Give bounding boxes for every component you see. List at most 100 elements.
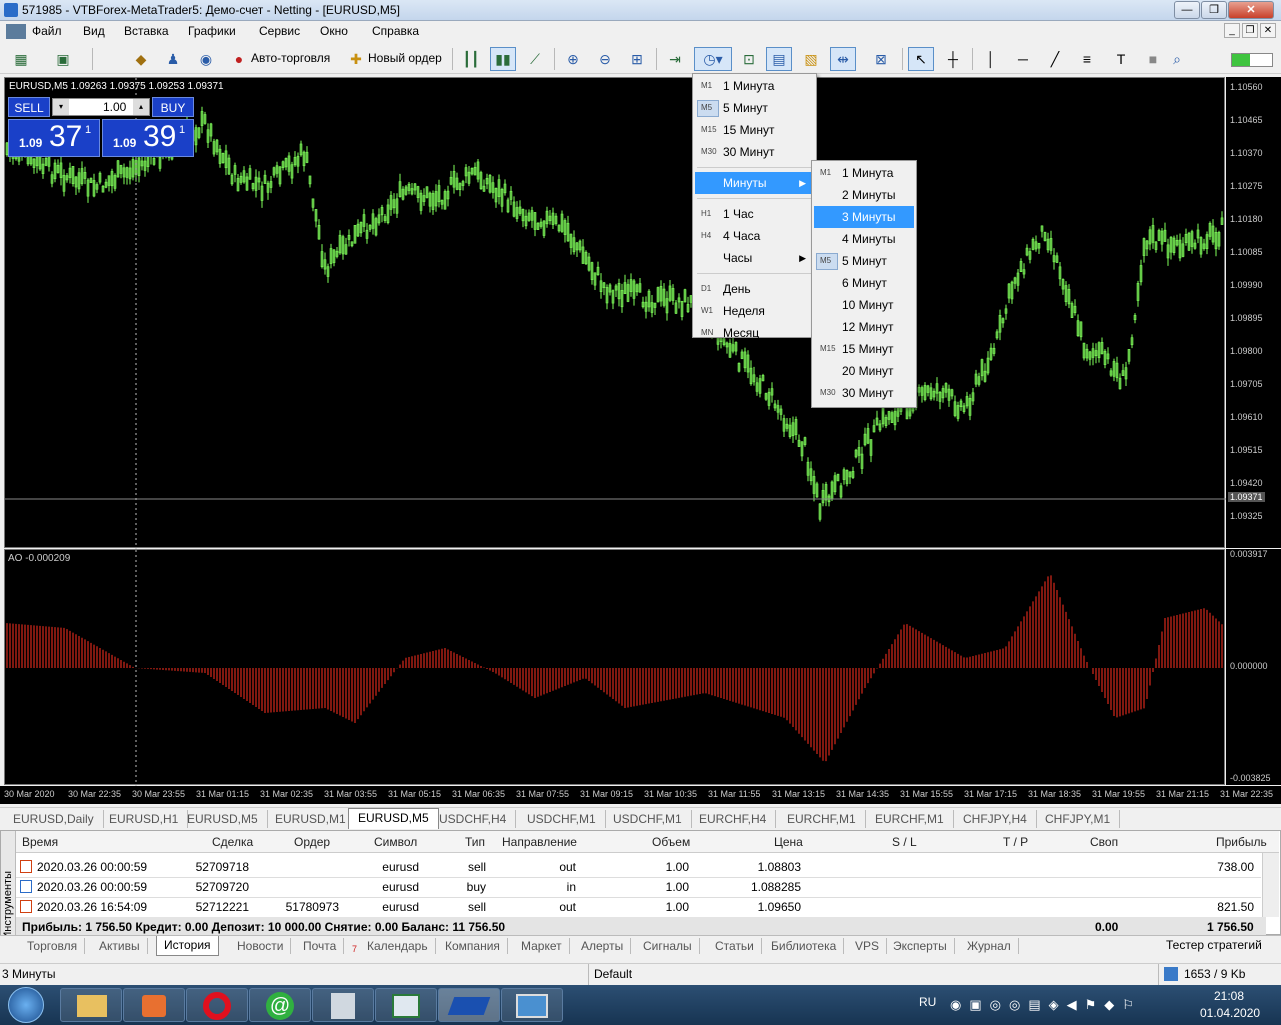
vertical-line-icon[interactable]: │: [978, 47, 1004, 71]
toolbox-tab[interactable]: Маркет: [514, 938, 570, 954]
toolbox-tab[interactable]: Эксперты: [886, 938, 955, 954]
close-button[interactable]: ✕: [1228, 1, 1274, 19]
menu-item[interactable]: 12 Минут: [814, 316, 914, 338]
chart-tab[interactable]: EURCHF,M1: [778, 810, 866, 828]
sell-price-box[interactable]: 1.09 37 1: [8, 119, 100, 157]
col-tp[interactable]: T / P: [1003, 835, 1028, 849]
buy-price-box[interactable]: 1.09 39 1: [102, 119, 194, 157]
col-price[interactable]: Цена: [774, 835, 803, 849]
toolbox-tab[interactable]: История: [156, 936, 219, 956]
menu-item[interactable]: Минуты ▶: [695, 172, 814, 194]
menu-item[interactable]: M1 1 Минута: [695, 75, 814, 97]
chart-tab[interactable]: EURUSD,M1: [266, 810, 356, 828]
volume-down-button[interactable]: ▾: [53, 99, 69, 115]
autotrading-button[interactable]: Авто-торговля: [251, 51, 330, 65]
col-deal[interactable]: Сделка: [212, 835, 253, 849]
chart-tab[interactable]: USDCHF,M1: [604, 810, 692, 828]
menu-item[interactable]: M30 30 Минут: [814, 382, 914, 404]
chart-tab[interactable]: CHFJPY,M1: [1036, 810, 1121, 828]
toolbox-tab[interactable]: Статьи: [708, 938, 762, 954]
menu-item[interactable]: M15 15 Минут: [814, 338, 914, 360]
toolbox-tab[interactable]: Сигналы: [636, 938, 700, 954]
chart-tab[interactable]: USDCHF,M1: [518, 810, 606, 828]
signals-icon[interactable]: ◉: [193, 47, 219, 71]
col-swap[interactable]: Своп: [1090, 835, 1118, 849]
menu-item[interactable]: 20 Минут: [814, 360, 914, 382]
menu-item[interactable]: 10 Минут: [814, 294, 914, 316]
buy-button[interactable]: BUY: [152, 97, 194, 117]
opera-taskbar-icon[interactable]: [186, 988, 248, 1022]
menu-insert[interactable]: Вставка: [124, 24, 169, 38]
col-volume[interactable]: Объем: [652, 835, 690, 849]
menu-item[interactable]: M5 5 Минут: [695, 97, 814, 119]
calculator-taskbar-icon[interactable]: [312, 988, 374, 1022]
col-time[interactable]: Время: [22, 835, 58, 849]
menu-charts[interactable]: Графики: [188, 24, 236, 38]
clock-date[interactable]: 01.04.2020: [1200, 1006, 1260, 1020]
language-indicator[interactable]: RU: [919, 995, 936, 1009]
volume-input[interactable]: ▾ 1.00 ▴: [52, 98, 150, 116]
menu-item[interactable]: H1 1 Час: [695, 203, 814, 225]
chart-tab[interactable]: EURUSD,M5: [178, 810, 268, 828]
chart-tab[interactable]: EURCHF,H4: [690, 810, 777, 828]
chart-tab[interactable]: USDCHF,H4: [430, 810, 517, 828]
chart-tab[interactable]: CHFJPY,H4: [954, 810, 1037, 828]
menu-help[interactable]: Справка: [372, 24, 419, 38]
chart-tab[interactable]: EURUSD,H1: [100, 810, 189, 828]
toolbox-tab[interactable]: Компания: [438, 938, 508, 954]
metatrader-taskbar-icon[interactable]: [438, 988, 500, 1022]
profiles-icon[interactable]: ▣: [50, 47, 76, 71]
templates-icon[interactable]: ▤: [766, 47, 792, 71]
col-order[interactable]: Ордер: [294, 835, 330, 849]
mdi-minimize-button[interactable]: _: [1224, 23, 1240, 38]
menu-item[interactable]: D1 День: [695, 278, 814, 300]
new-chart-icon[interactable]: ▦: [8, 47, 34, 71]
horizontal-line-icon[interactable]: ─: [1010, 47, 1036, 71]
app-taskbar-icon[interactable]: [375, 988, 437, 1022]
toolbox-tab[interactable]: Журнал: [960, 938, 1019, 954]
toolbox-tab[interactable]: Новости: [230, 938, 292, 954]
menu-tools[interactable]: Сервис: [259, 24, 300, 38]
cursor-icon[interactable]: ↖: [908, 47, 934, 71]
search-icon[interactable]: ⌕: [1164, 47, 1190, 71]
restore-button[interactable]: ❐: [1201, 1, 1227, 19]
text-icon[interactable]: T: [1108, 47, 1134, 71]
picture-taskbar-icon[interactable]: [501, 988, 563, 1022]
menu-item[interactable]: 6 Минут: [814, 272, 914, 294]
toolbox-tab[interactable]: VPS: [848, 938, 888, 954]
crosshair-icon[interactable]: ┼: [940, 47, 966, 71]
zoom-out-icon[interactable]: ⊖: [592, 47, 618, 71]
trendline-icon[interactable]: ╱: [1042, 47, 1068, 71]
objects-icon[interactable]: ▧: [798, 47, 824, 71]
fibonacci-icon[interactable]: ≡: [1074, 47, 1100, 71]
toolbox-side-label[interactable]: Инструменты: [1, 831, 16, 940]
menu-window[interactable]: Окно: [320, 24, 348, 38]
menu-item[interactable]: M5 5 Минут: [814, 250, 914, 272]
auto-scroll-icon[interactable]: ⇹: [830, 47, 856, 71]
mdi-restore-button[interactable]: ❐: [1242, 23, 1258, 38]
minimize-button[interactable]: —: [1174, 1, 1200, 19]
menu-item[interactable]: 4 Минуты: [814, 228, 914, 250]
col-type[interactable]: Тип: [465, 835, 485, 849]
menu-item[interactable]: 2 Минуты: [814, 184, 914, 206]
menu-item[interactable]: Часы ▶: [695, 247, 814, 269]
zoom-in-icon[interactable]: ⊕: [560, 47, 586, 71]
menu-item[interactable]: MN Месяц: [695, 322, 814, 344]
toolbox-tab[interactable]: Календарь: [360, 938, 436, 954]
shapes-icon[interactable]: ■: [1140, 47, 1166, 71]
indicators-icon[interactable]: ⊡: [736, 47, 762, 71]
navigator-icon[interactable]: ♟: [160, 47, 186, 71]
bar-chart-icon[interactable]: ┃┃: [458, 47, 484, 71]
menu-item[interactable]: M15 15 Минут: [695, 119, 814, 141]
col-direction[interactable]: Направление: [502, 835, 577, 849]
sell-button[interactable]: SELL: [8, 97, 50, 117]
chart-tab[interactable]: EURUSD,M5: [348, 808, 439, 829]
mail-taskbar-icon[interactable]: @: [249, 988, 311, 1022]
mdi-close-button[interactable]: ✕: [1260, 23, 1276, 38]
start-button[interactable]: [8, 987, 44, 1023]
line-chart-icon[interactable]: ⟋: [522, 47, 548, 71]
history-scrollbar[interactable]: [1262, 853, 1279, 917]
menu-item[interactable]: H4 4 Часа: [695, 225, 814, 247]
strategy-tester-button[interactable]: Тестер стратегий: [1166, 938, 1262, 952]
col-symbol[interactable]: Символ: [374, 835, 417, 849]
